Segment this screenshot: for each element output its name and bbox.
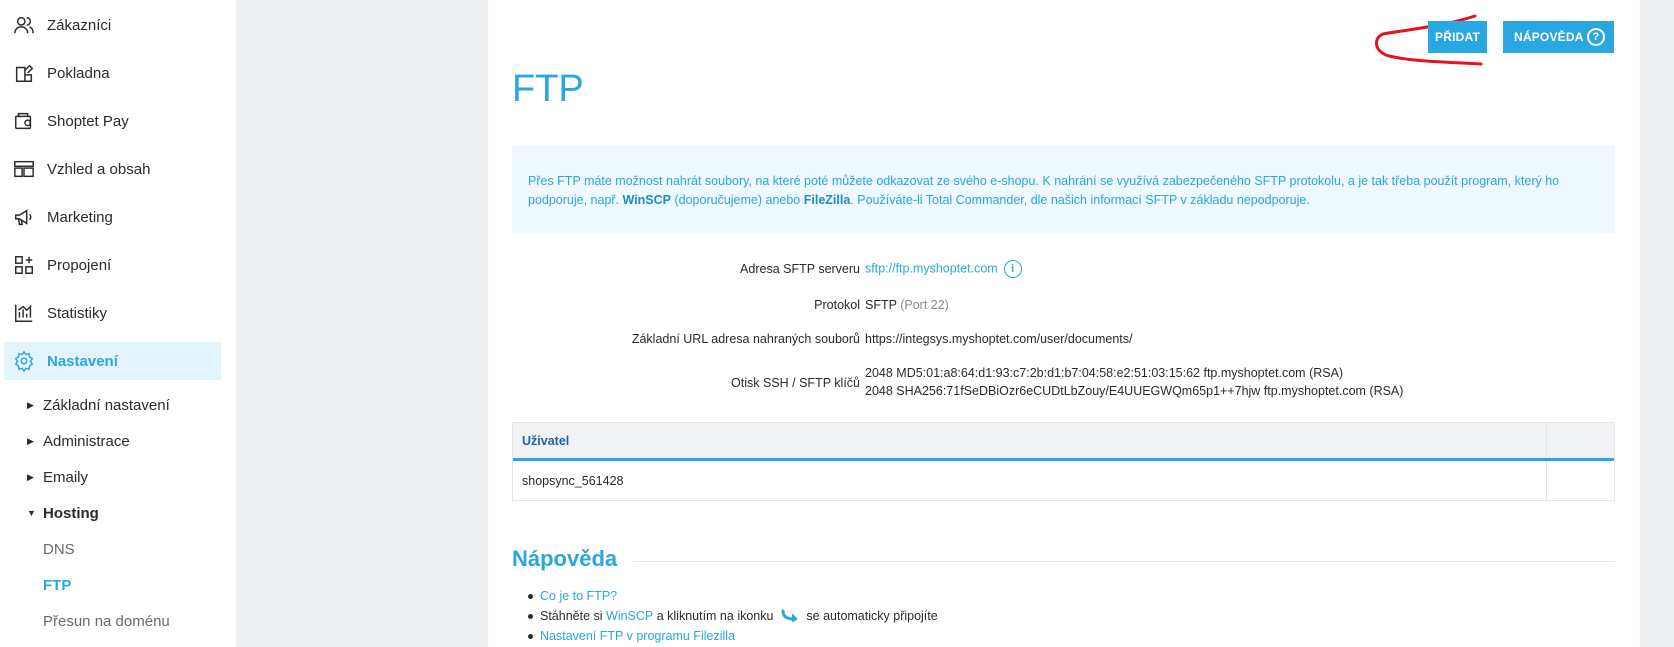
sidebar-subitem-administrace[interactable]: ▶ Administrace — [27, 429, 130, 453]
help-title: Nápověda — [512, 546, 634, 572]
sidebar-item-zakaznici[interactable]: Zákazníci — [4, 6, 221, 44]
sidebar-subitem-hosting[interactable]: ▼ Hosting — [27, 501, 99, 525]
sidebar-subitem-label: Hosting — [43, 504, 99, 522]
sidebar-subitem-label: Základní nastavení — [43, 396, 170, 414]
sidebar-subitem-label: Emaily — [43, 468, 89, 486]
sidebar-leaf-presun[interactable]: Přesun na doménu — [43, 609, 170, 633]
help-text: a kliknutím na ikonku — [653, 609, 777, 623]
info-text: (doporučujeme) anebo — [671, 193, 804, 207]
filezilla-link[interactable]: FileZilla — [804, 193, 851, 207]
help-button[interactable]: NÁPOVĚDA ? — [1503, 21, 1614, 53]
info-icon[interactable]: i — [1003, 260, 1022, 278]
sidebar-item-pokladna[interactable]: Pokladna — [4, 54, 221, 92]
sidebar-item-marketing[interactable]: Marketing — [4, 198, 221, 236]
megaphone-icon — [12, 205, 36, 229]
detail-row-protocol: Protokol SFTP (Port 22) — [512, 298, 1615, 318]
sidebar-item-label: Zákazníci — [47, 16, 112, 34]
detail-row-url: Základní URL adresa nahraných souborů ht… — [512, 332, 1615, 352]
sidebar: Zákazníci Pokladna Shoptet Pay Vzhled a … — [0, 0, 236, 647]
fingerprint-md5: 2048 MD5:01:a8:64:d1:93:c7:2b:d1:b7:04:5… — [865, 366, 1344, 380]
server-link[interactable]: sftp://ftp.myshoptet.com — [865, 261, 998, 275]
users-table: Uživatel shopsync_561428 — [512, 422, 1615, 501]
connect-arrow-icon[interactable] — [781, 609, 799, 623]
protocol-name: SFTP — [865, 298, 897, 312]
url-value: https://integsys.myshoptet.com/user/docu… — [865, 332, 1133, 346]
sidebar-item-label: Vzhled a obsah — [47, 160, 151, 178]
server-label: Adresa SFTP serveru — [740, 262, 860, 276]
sidebar-item-vzhled[interactable]: Vzhled a obsah — [4, 150, 221, 188]
caret-down-icon: ▼ — [27, 508, 36, 518]
sidebar-subitem-label: Administrace — [43, 432, 130, 450]
help-divider — [632, 561, 1615, 562]
sidebar-item-label: Pokladna — [47, 64, 110, 82]
caret-right-icon: ▶ — [27, 471, 34, 482]
column-header-user[interactable]: Uživatel — [513, 423, 1547, 458]
sidebar-item-propojeni[interactable]: Propojení — [4, 246, 221, 284]
sidebar-item-statistiky[interactable]: Statistiky — [4, 294, 221, 332]
layout-icon — [12, 157, 36, 181]
help-list-item: Nastavení FTP v programu Filezilla — [528, 626, 938, 646]
sidebar-item-label: Statistiky — [47, 304, 108, 322]
main-panel — [488, 0, 1640, 647]
winscp-link[interactable]: WinSCP — [623, 193, 672, 207]
caret-right-icon: ▶ — [27, 435, 34, 446]
table-cell-actions — [1547, 461, 1614, 500]
column-header-actions — [1547, 423, 1614, 458]
help-list-item: Stáhněte si WinSCP a kliknutím na ikonku… — [528, 606, 938, 626]
help-list: Co je to FTP? Stáhněte si WinSCP a klikn… — [528, 586, 938, 646]
sidebar-subitem-zakladni[interactable]: ▶ Základní nastavení — [27, 393, 170, 417]
sidebar-item-label: Shoptet Pay — [47, 112, 129, 130]
fingerprint-sha: 2048 SHA256:71fSeDBiOzr6eCUDtLbZouy/E4UU… — [865, 384, 1404, 398]
sidebar-item-shoptet-pay[interactable]: Shoptet Pay — [4, 102, 221, 140]
sidebar-leaf-ftp[interactable]: FTP — [43, 573, 71, 597]
users-icon — [12, 13, 36, 37]
sidebar-item-label: Nastavení — [47, 352, 118, 370]
help-text: se automaticky připojíte — [802, 609, 938, 623]
caret-right-icon: ▶ — [27, 399, 34, 410]
download-winscp-link[interactable]: WinSCP — [606, 609, 653, 623]
add-button[interactable]: PŘIDAT — [1428, 21, 1487, 53]
url-label: Základní URL adresa nahraných souborů — [631, 332, 860, 346]
info-text: . Používáte-li Total Commander, dle naši… — [850, 193, 1310, 207]
gear-icon — [12, 349, 36, 373]
protocol-label: Protokol — [814, 298, 860, 312]
sidebar-item-label: Marketing — [47, 208, 113, 226]
sidebar-item-label: Propojení — [47, 256, 112, 274]
wallet-icon — [12, 109, 36, 133]
sidebar-subitem-emaily[interactable]: ▶ Emaily — [27, 465, 88, 489]
question-icon: ? — [1587, 28, 1605, 46]
detail-row-server: Adresa SFTP serveru sftp://ftp.myshoptet… — [512, 260, 1615, 280]
fingerprint-label: Otisk SSH / SFTP klíčů — [731, 376, 860, 390]
help-list-item: Co je to FTP? — [528, 586, 938, 606]
sidebar-item-nastaveni[interactable]: Nastavení — [4, 342, 221, 380]
info-box: Přes FTP máte možnost nahrát soubory, na… — [512, 146, 1615, 234]
table-header: Uživatel — [513, 423, 1614, 461]
sidebar-leaf-dns[interactable]: DNS — [43, 537, 75, 561]
apps-plus-icon — [12, 253, 36, 277]
cash-register-icon — [12, 61, 36, 85]
help-button-label: NÁPOVĚDA — [1514, 30, 1584, 44]
table-cell-user: shopsync_561428 — [513, 461, 1547, 500]
table-row[interactable]: shopsync_561428 — [513, 461, 1614, 500]
detail-row-fingerprint: Otisk SSH / SFTP klíčů 2048 MD5:01:a8:64… — [512, 366, 1615, 406]
page-title: FTP — [512, 68, 584, 110]
protocol-value: SFTP (Port 22) — [865, 298, 949, 312]
chart-icon — [12, 301, 36, 325]
what-is-ftp-link[interactable]: Co je to FTP? — [540, 589, 617, 603]
filezilla-setup-link[interactable]: Nastavení FTP v programu Filezilla — [540, 629, 735, 643]
server-value: sftp://ftp.myshoptet.com i — [865, 260, 1022, 278]
help-text: Stáhněte si — [540, 609, 607, 623]
protocol-port: (Port 22) — [900, 298, 949, 312]
